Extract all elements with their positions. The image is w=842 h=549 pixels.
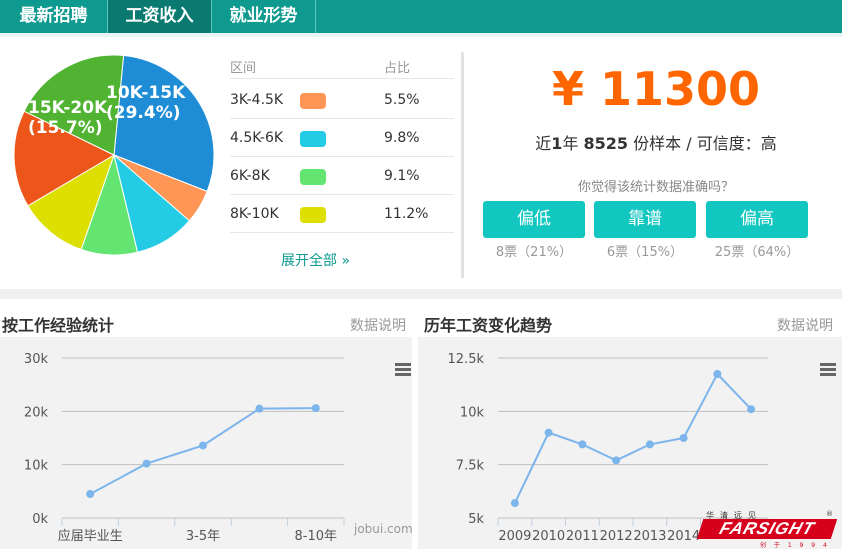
y-tick-label: 10k	[24, 459, 49, 474]
pie-label-percent: (29.4%)	[106, 103, 181, 123]
y-tick-label: 12.5k	[448, 352, 485, 367]
y-tick-label: 7.5k	[456, 459, 485, 474]
sample-info: 近1年 8525 份样本 / 可信度：高	[470, 130, 842, 154]
x-tick-label: 2012	[600, 529, 633, 544]
data-point[interactable]	[544, 428, 553, 437]
legend-percent: 5.5%	[384, 92, 420, 108]
y-tick-label: 30k	[24, 352, 49, 367]
legend-row: 3K-4.5K 5.5%	[230, 80, 454, 119]
data-point[interactable]	[645, 440, 654, 449]
legend-row: 6K-8K 9.1%	[230, 156, 454, 195]
experience-line-chart: 0k 10k 20k 30k 应届毕业生 3-5年 8-10年	[24, 352, 345, 544]
legend-percent: 11.2%	[384, 206, 429, 222]
legend-range: 8K-10K	[230, 206, 279, 222]
tab-employment[interactable]: 就业形势	[212, 0, 315, 33]
data-point[interactable]	[713, 370, 722, 378]
y-tick-label: 20k	[24, 405, 49, 420]
trend-chart-title: 历年工资变化趋势	[424, 316, 553, 335]
section-divider	[461, 52, 464, 278]
data-point[interactable]	[510, 499, 519, 508]
farsight-logo: 华清远见 FARSIGHT 创 于 1 9 9 4 ®	[696, 510, 838, 549]
legend-header-range: 区间	[230, 61, 257, 76]
data-point[interactable]	[142, 459, 151, 468]
legend-swatch	[300, 93, 326, 109]
pie-label-percent: (15.7%)	[28, 118, 103, 138]
data-point[interactable]	[747, 405, 756, 414]
experience-chart-menu-icon[interactable]	[395, 363, 411, 377]
pie-label-text: 15K-20K	[28, 98, 108, 118]
legend-header-ratio: 占比	[384, 61, 411, 76]
logo-main-text: FARSIGHT	[696, 519, 838, 539]
sample-year: 1	[551, 134, 563, 153]
legend-range: 3K-4.5K	[230, 92, 284, 108]
data-point[interactable]	[311, 404, 320, 413]
site-watermark: jobui.com	[354, 522, 413, 536]
logo-bottom-text: 创 于 1 9 9 4	[760, 542, 830, 549]
tab-strip	[0, 33, 842, 37]
x-tick-label: 2014	[667, 529, 700, 544]
expand-all-link[interactable]: 展开全部 »	[281, 250, 350, 270]
series-line	[89, 407, 316, 495]
data-point[interactable]	[255, 404, 264, 413]
experience-chart-title: 按工作经验统计	[2, 316, 115, 335]
sample-suffix: 份样本 / 可信度：高	[628, 134, 777, 153]
sample-prefix: 近	[535, 134, 552, 153]
y-tick-label: 10k	[460, 405, 485, 420]
average-salary: ¥ 11300	[551, 62, 761, 116]
tab-latest-jobs[interactable]: 最新招聘	[0, 0, 107, 33]
legend-swatch	[300, 169, 326, 185]
data-point[interactable]	[199, 441, 207, 450]
legend-percent: 9.1%	[384, 168, 420, 184]
experience-data-note-link[interactable]: 数据说明	[350, 315, 406, 335]
tab-salary[interactable]: 工资收入	[108, 0, 211, 33]
y-tick-label: 0k	[32, 512, 48, 527]
vote-reliable-button[interactable]: 靠谱	[594, 201, 696, 238]
data-point[interactable]	[679, 434, 688, 442]
pie-label-15k-20k: 15K-20K (15.7%)	[28, 98, 107, 138]
x-tick-label: 3-5年	[186, 529, 220, 544]
sample-count: 8525	[583, 134, 629, 153]
legend-range: 4.5K-6K	[230, 130, 284, 146]
tab-bar: 最新招聘 工资收入 就业形势	[0, 0, 842, 33]
trend-chart-menu-icon[interactable]	[820, 363, 836, 377]
x-tick-label: 2010	[532, 529, 565, 544]
section-separator	[0, 289, 842, 299]
x-tick-label: 8-10年	[295, 529, 338, 544]
data-point[interactable]	[578, 440, 587, 449]
vote-low-count: 8票（21%）	[495, 245, 573, 260]
legend-swatch	[300, 131, 326, 147]
vote-high-count: 25票（64%）	[714, 245, 800, 260]
sample-mid: 年	[562, 134, 584, 153]
legend-percent: 9.8%	[384, 130, 420, 146]
logo-registered-mark: ®	[826, 510, 833, 518]
pie-label-text: 10K-15K	[106, 83, 186, 103]
vote-reliable-count: 6票（15%）	[606, 245, 684, 260]
x-tick-label: 2011	[566, 529, 599, 544]
series-line	[513, 372, 752, 504]
accuracy-question: 你觉得该统计数据准确吗？	[577, 180, 734, 195]
legend-range: 6K-8K	[230, 168, 270, 184]
legend-row: 8K-10K 11.2%	[230, 194, 454, 233]
legend-row: 4.5K-6K 9.8%	[230, 118, 454, 157]
x-tick-label: 应届毕业生	[58, 528, 123, 544]
y-tick-label: 5k	[468, 512, 484, 527]
tab-divider	[315, 0, 316, 33]
pie-label-10k-15k: 10K-15K (29.4%)	[106, 83, 185, 123]
data-point[interactable]	[86, 490, 95, 498]
trend-data-note-link[interactable]: 数据说明	[777, 315, 833, 335]
legend-swatch	[300, 207, 326, 223]
vote-low-button[interactable]: 偏低	[483, 201, 585, 238]
vote-high-button[interactable]: 偏高	[706, 201, 808, 238]
data-point[interactable]	[612, 456, 621, 465]
x-tick-label: 2013	[633, 529, 666, 544]
x-tick-label: 2009	[498, 529, 531, 544]
